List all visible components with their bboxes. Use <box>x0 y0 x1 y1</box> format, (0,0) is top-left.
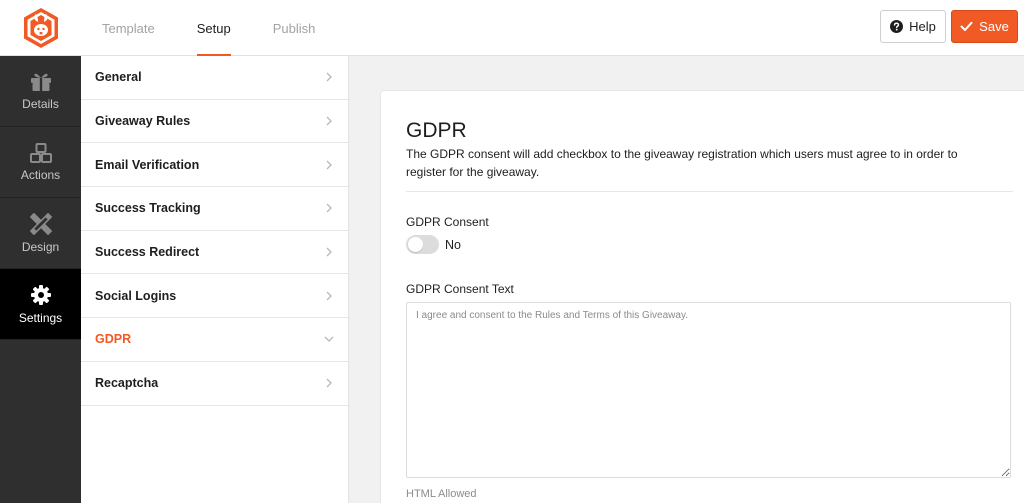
help-label: Help <box>909 19 936 34</box>
gift-icon <box>30 73 51 91</box>
chevron-right-icon <box>326 378 332 388</box>
rail-item-details[interactable]: Details <box>0 56 81 127</box>
section-description: The GDPR consent will add checkbox to th… <box>406 147 958 179</box>
question-circle-icon <box>890 20 904 33</box>
settings-item-email-verification[interactable]: Email Verification <box>81 143 348 188</box>
settings-item-label: Recaptcha <box>95 376 159 391</box>
tab-publish[interactable]: Publish <box>252 0 337 56</box>
settings-item-label: Social Logins <box>95 288 177 303</box>
rabbit-logo-icon <box>23 8 58 48</box>
settings-item-success-redirect[interactable]: Success Redirect <box>81 231 348 275</box>
tab-label: Template <box>102 20 155 36</box>
rail-item-label: Details <box>22 96 59 111</box>
tab-setup[interactable]: Setup <box>176 0 252 56</box>
chevron-right-icon <box>326 116 332 126</box>
chevron-right-icon <box>326 247 332 257</box>
chevron-right-icon <box>326 291 332 301</box>
rail-item-settings[interactable]: Settings <box>0 269 81 340</box>
settings-list: General Giveaway Rules Email Verificatio… <box>81 56 349 503</box>
rail-item-label: Actions <box>20 167 61 182</box>
settings-item-label: Success Redirect <box>95 245 200 260</box>
settings-item-label: General <box>95 70 142 85</box>
help-button[interactable]: Help <box>880 10 946 43</box>
settings-item-label: Giveaway Rules <box>95 114 191 129</box>
boxes-icon <box>29 142 52 163</box>
save-label: Save <box>979 19 1009 34</box>
page-title: GDPR <box>406 119 467 142</box>
gdpr-consent-text-label: GDPR Consent Text <box>406 282 514 296</box>
settings-item-general[interactable]: General <box>81 56 348 100</box>
save-button[interactable]: Save <box>951 10 1018 43</box>
gdpr-consent-text-input[interactable] <box>406 302 1011 478</box>
settings-item-label: GDPR <box>95 332 132 347</box>
settings-item-success-tracking[interactable]: Success Tracking <box>81 187 348 231</box>
pencil-ruler-icon <box>29 212 52 235</box>
top-tabs: Template Setup Publish <box>81 0 336 56</box>
settings-item-social-logins[interactable]: Social Logins <box>81 274 348 319</box>
chevron-right-icon <box>326 203 332 213</box>
settings-item-label: Success Tracking <box>95 201 201 216</box>
app-logo[interactable] <box>0 0 81 56</box>
gdpr-consent-toggle-group: No <box>406 235 461 254</box>
rail-item-label: Design <box>21 239 60 254</box>
main-nav-rail: Details Actions Design Settings <box>0 56 81 503</box>
settings-item-label: Email Verification <box>95 157 200 172</box>
chevron-down-icon <box>324 337 334 343</box>
gdpr-consent-label: GDPR Consent <box>406 215 489 229</box>
top-bar: Template Setup Publish Help Save <box>0 0 1024 56</box>
tab-label: Setup <box>196 20 231 36</box>
divider <box>406 191 1013 192</box>
rail-item-actions[interactable]: Actions <box>0 127 81 198</box>
tab-label: Publish <box>272 20 316 36</box>
tab-template[interactable]: Template <box>81 0 176 56</box>
gdpr-settings-card: GDPR The GDPR consent will add checkbox … <box>380 90 1024 503</box>
settings-item-gdpr[interactable]: GDPR <box>81 318 348 362</box>
settings-item-recaptcha[interactable]: Recaptcha <box>81 362 348 406</box>
rail-item-label: Settings <box>18 310 63 325</box>
chevron-right-icon <box>326 72 332 82</box>
rail-item-design[interactable]: Design <box>0 198 81 269</box>
toggle-knob <box>408 237 423 252</box>
gdpr-consent-toggle[interactable] <box>406 235 439 254</box>
html-allowed-hint: HTML Allowed <box>406 488 477 500</box>
chevron-right-icon <box>326 160 332 170</box>
toggle-state-text: No <box>445 237 461 252</box>
checkmark-icon <box>960 21 973 31</box>
gear-icon <box>30 284 51 305</box>
settings-item-giveaway-rules[interactable]: Giveaway Rules <box>81 100 348 144</box>
